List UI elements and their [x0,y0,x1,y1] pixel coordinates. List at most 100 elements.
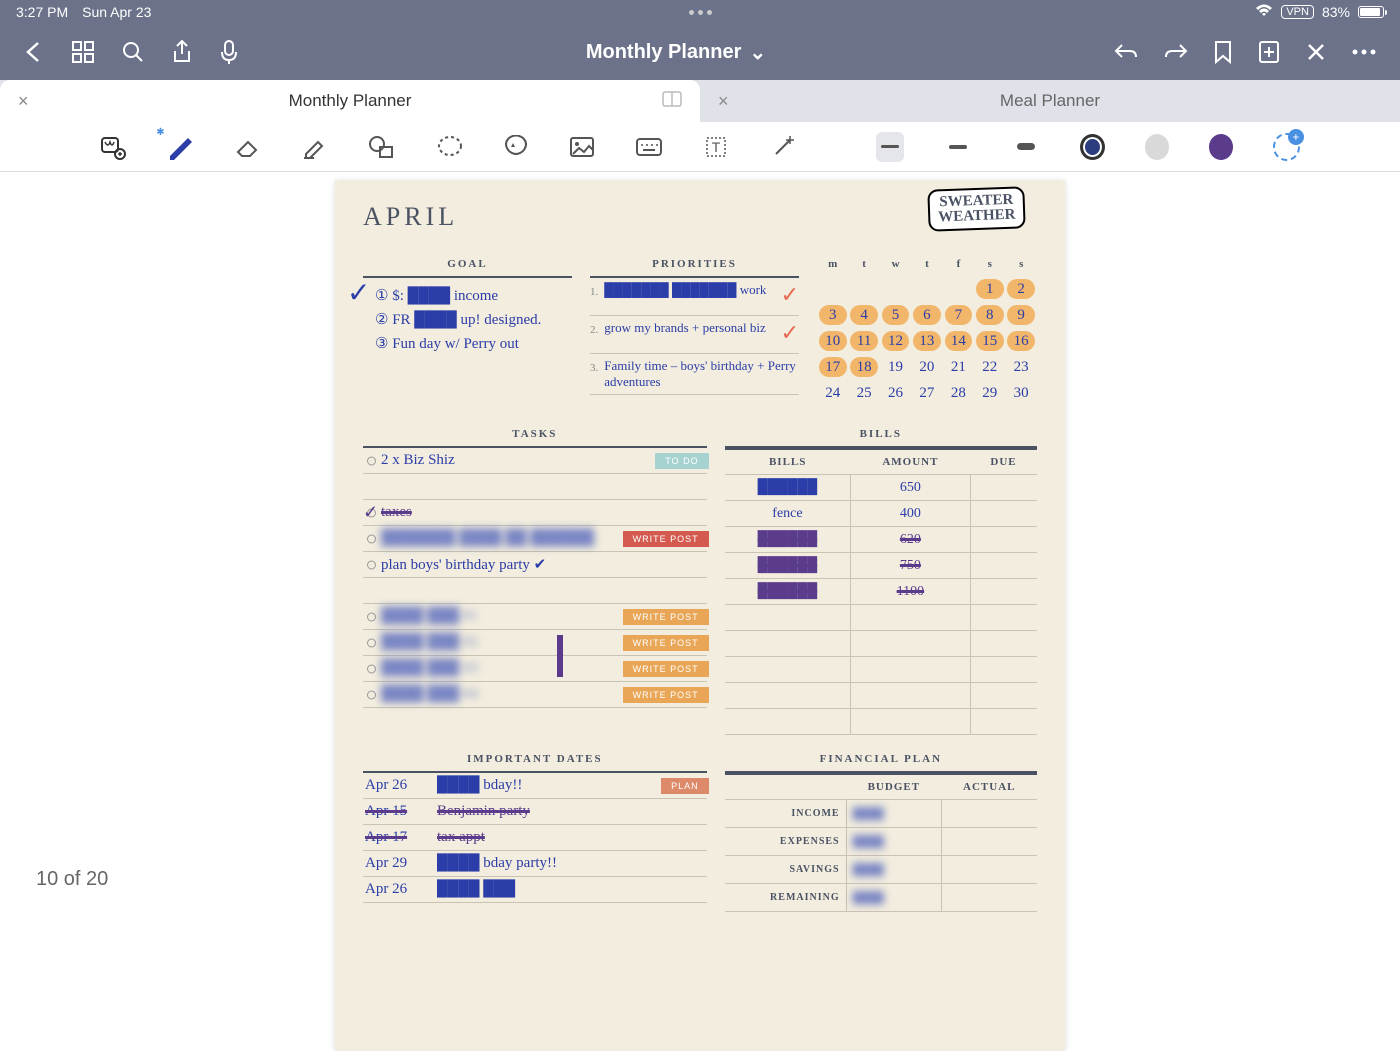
tab-meal-planner[interactable]: × Meal Planner [700,80,1400,122]
bill-row: ██████650 [725,475,1037,501]
highlighter-tool[interactable] [300,133,328,161]
wifi-icon [1255,4,1273,21]
chevron-down-icon: ⌄ [749,40,766,65]
fin-row: EXPENSES████ [725,828,1037,856]
calendar-day: 23 [1005,354,1036,380]
text-tool[interactable]: T [703,133,729,161]
back-button[interactable] [24,41,44,63]
date-line: Apr 26████ ███ [363,877,707,903]
calendar-day: 1 [974,276,1005,302]
shapes-tool[interactable] [368,133,396,161]
calendar-day: 30 [1005,380,1036,406]
financial-plan-section: FINANCIAL PLAN BUDGETACTUAL INCOME████EX… [725,753,1037,912]
date-line: Apr 29████ bday party!! [363,851,707,877]
calendar-day: 13 [911,328,942,354]
bookmark-icon[interactable] [1214,40,1232,64]
top-nav: Monthly Planner ⌄ [0,24,1400,80]
calendar-day [911,276,942,302]
date-line: Apr 17tax appt [363,825,707,851]
tab-split-icon[interactable] [662,91,682,112]
grid-icon[interactable] [72,41,94,63]
priority-item: 2.grow my brands + personal biz✓ [590,316,799,354]
task-tag: WRITE POST [623,609,709,625]
magic-tool[interactable] [769,133,795,161]
add-page-icon[interactable] [1258,40,1280,64]
check-icon: ✓ [347,272,370,317]
task-line: ✓taxes [363,500,707,526]
share-icon[interactable] [172,40,192,64]
check-icon: ✓ [781,282,799,308]
multitask-dots[interactable] [689,10,712,15]
battery-pct: 83% [1322,4,1350,20]
date-tag: PLAN [661,778,709,794]
check-icon: ✓ [781,320,799,346]
fin-row: INCOME████ [725,800,1037,828]
mic-icon[interactable] [220,40,238,64]
page-counter: 10 of 20 [36,868,108,891]
calendar-day: 14 [943,328,974,354]
calendar-day: 20 [911,354,942,380]
keyboard-icon[interactable] [635,133,663,161]
zoom-write-icon[interactable] [100,133,126,161]
calendar-day: 6 [911,302,942,328]
calendar-day: 7 [943,302,974,328]
vpn-badge: VPN [1281,5,1314,19]
calendar-day: 10 [817,328,848,354]
calendar-day: 29 [974,380,1005,406]
bill-row [725,631,1037,657]
planner-page: APRIL SWEATERWEATHER GOAL ✓ ① $: ████ in… [335,180,1065,1051]
bill-row [725,657,1037,683]
search-icon[interactable] [122,41,144,63]
tab-close-icon[interactable]: × [718,91,729,112]
color-gray[interactable] [1145,134,1169,160]
calendar-day: 18 [848,354,879,380]
calendar-day: 4 [848,302,879,328]
task-tag: WRITE POST [623,661,709,677]
calendar-day: 27 [911,380,942,406]
bill-row [725,683,1037,709]
stroke-thin[interactable] [876,132,904,162]
add-color-button[interactable] [1273,133,1299,161]
tab-close-icon[interactable]: × [18,91,29,112]
document-title-dropdown[interactable]: Monthly Planner ⌄ [266,40,1086,65]
eraser-tool[interactable] [232,133,260,161]
pen-tool[interactable]: ✱ [166,133,192,161]
date-line: Apr 26████ bday!!PLAN [363,773,707,799]
color-purple[interactable] [1209,134,1233,160]
purple-marker [557,635,563,677]
task-line: ████ ███ #2WRITE POST [363,630,707,656]
calendar-day [880,276,911,302]
undo-button[interactable] [1114,40,1138,64]
fin-row: REMAINING████ [725,884,1037,912]
color-navy[interactable] [1080,134,1105,160]
tab-monthly-planner[interactable]: × Monthly Planner [0,80,700,122]
calendar-day: 22 [974,354,1005,380]
redo-button[interactable] [1164,40,1188,64]
task-line: plan boys' birthday party ✔ [363,552,707,578]
close-button[interactable] [1306,40,1326,64]
fin-row: SAVINGS████ [725,856,1037,884]
battery-icon [1358,6,1384,18]
task-line: ████ ███ #4WRITE POST [363,682,707,708]
calendar-day: 9 [1005,302,1036,328]
priority-item: 1.███████ ███████ work✓ [590,278,799,316]
stroke-thick[interactable] [1012,132,1040,162]
calendar-day: 5 [880,302,911,328]
drawing-toolbar: ✱ T [0,122,1400,172]
more-icon[interactable] [1352,40,1376,64]
calendar-day: 28 [943,380,974,406]
canvas[interactable]: 10 of 20 APRIL SWEATERWEATHER GOAL ✓ ① $… [0,172,1400,1051]
task-tag: WRITE POST [623,635,709,651]
lasso-tool[interactable] [436,133,462,161]
status-bar: 3:27 PM Sun Apr 23 VPN 83% [0,0,1400,24]
calendar-day: 21 [943,354,974,380]
stroke-medium[interactable] [944,132,972,162]
calendar-day: 16 [1005,328,1036,354]
goal-section: GOAL ✓ ① $: ████ income② FR ████ up! des… [363,258,572,406]
document-tabs: × Monthly Planner × Meal Planner [0,80,1400,122]
image-tool[interactable] [569,133,595,161]
tasks-section: TASKS 2 x Biz ShizTO DO✓taxes███████ ███… [363,428,707,735]
stickers-tool[interactable] [503,133,529,161]
svg-text:T: T [712,139,721,155]
task-line: ████ ███ #1WRITE POST [363,604,707,630]
